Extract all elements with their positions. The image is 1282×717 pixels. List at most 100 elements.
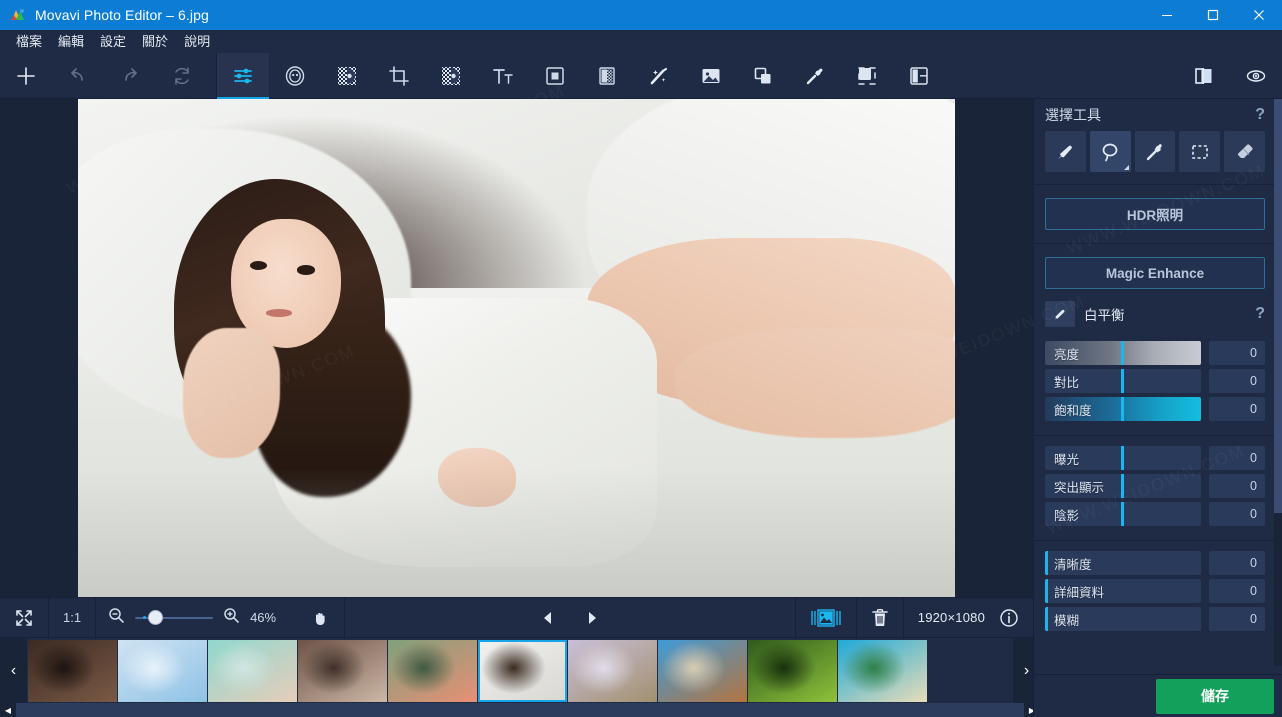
slider-handle[interactable] bbox=[1121, 474, 1124, 498]
close-button[interactable] bbox=[1236, 0, 1282, 30]
slider-handle[interactable] bbox=[1121, 446, 1124, 470]
filmstrip-thumbnail[interactable] bbox=[568, 640, 657, 702]
slider-value-field[interactable]: 0 bbox=[1209, 369, 1265, 393]
edited-photo[interactable] bbox=[78, 99, 955, 597]
slider-track[interactable]: 突出顯示 bbox=[1045, 474, 1201, 498]
tab-frame[interactable] bbox=[529, 53, 581, 99]
compare-button[interactable] bbox=[1178, 53, 1230, 99]
filmstrip-scroll-thumb[interactable] bbox=[16, 703, 1024, 717]
slider-value-field[interactable]: 0 bbox=[1209, 446, 1265, 470]
undo-button[interactable] bbox=[52, 53, 104, 99]
tab-restore[interactable] bbox=[841, 53, 893, 99]
filmstrip-thumbnail[interactable] bbox=[658, 640, 747, 702]
zoom-control[interactable]: 46% bbox=[96, 607, 296, 629]
tab-crop[interactable] bbox=[373, 53, 425, 99]
add-image-button[interactable] bbox=[0, 53, 52, 99]
tab-retouch[interactable] bbox=[269, 53, 321, 99]
filmstrip-thumbnail[interactable] bbox=[28, 640, 117, 702]
preview-button[interactable] bbox=[1230, 53, 1282, 99]
brush-tool[interactable] bbox=[1045, 131, 1086, 172]
filmstrip-thumbnail[interactable] bbox=[118, 640, 207, 702]
tab-change-background[interactable] bbox=[321, 53, 373, 99]
next-image-button[interactable] bbox=[570, 598, 614, 638]
slider-value-field[interactable]: 0 bbox=[1209, 397, 1265, 421]
image-canvas[interactable] bbox=[0, 99, 1033, 597]
maximize-button[interactable] bbox=[1190, 0, 1236, 30]
magic-enhance-button[interactable]: Magic Enhance bbox=[1045, 257, 1265, 289]
zoom-in-icon[interactable] bbox=[223, 607, 240, 629]
menu-edit[interactable]: 編輯 bbox=[50, 31, 92, 52]
zoom-slider[interactable] bbox=[135, 611, 213, 625]
minimize-button[interactable] bbox=[1144, 0, 1190, 30]
slider-track[interactable]: 陰影 bbox=[1045, 502, 1201, 526]
slider-track[interactable]: 亮度 bbox=[1045, 341, 1201, 365]
filmstrip-thumbnail[interactable] bbox=[298, 640, 387, 702]
panel-help-icon[interactable]: ? bbox=[1255, 106, 1265, 124]
tab-insert-picture[interactable] bbox=[685, 53, 737, 99]
panel-scrollbar[interactable] bbox=[1274, 99, 1282, 666]
slider-value-field[interactable]: 0 bbox=[1209, 474, 1265, 498]
previous-image-button[interactable] bbox=[526, 598, 570, 638]
menu-help[interactable]: 說明 bbox=[176, 31, 218, 52]
save-button[interactable]: 儲存 bbox=[1156, 679, 1274, 714]
tab-collage[interactable] bbox=[893, 53, 945, 99]
reset-all-button[interactable] bbox=[156, 53, 208, 99]
slider-track[interactable]: 對比 bbox=[1045, 369, 1201, 393]
slider-handle[interactable] bbox=[1121, 341, 1124, 365]
filmstrip-thumbnail[interactable] bbox=[208, 640, 297, 702]
slider-label: 對比 bbox=[1045, 372, 1079, 391]
delete-image-button[interactable] bbox=[857, 598, 903, 638]
slider-value-field[interactable]: 0 bbox=[1209, 579, 1265, 603]
hdr-lighting-button[interactable]: HDR照明 bbox=[1045, 198, 1265, 230]
tab-stamp[interactable] bbox=[789, 53, 841, 99]
lasso-tool[interactable] bbox=[1090, 131, 1131, 172]
zoom-knob[interactable] bbox=[149, 611, 162, 624]
slider-handle[interactable] bbox=[1121, 397, 1124, 421]
slider-track[interactable]: 曝光 bbox=[1045, 446, 1201, 470]
filmstrip-scroll-left[interactable]: ◀ bbox=[0, 703, 16, 717]
menu-about[interactable]: 關於 bbox=[134, 31, 176, 52]
magic-wand-tool[interactable] bbox=[1135, 131, 1176, 172]
white-balance-help-icon[interactable]: ? bbox=[1255, 305, 1265, 323]
slider-handle[interactable] bbox=[1121, 369, 1124, 393]
slider-handle[interactable] bbox=[1045, 551, 1048, 575]
slider-track[interactable]: 飽和度 bbox=[1045, 397, 1201, 421]
rect-select-tool[interactable] bbox=[1179, 131, 1220, 172]
filmstrip-thumbnail-selected[interactable] bbox=[478, 640, 567, 702]
slider-handle[interactable] bbox=[1045, 579, 1048, 603]
slider-track[interactable]: 模糊 bbox=[1045, 607, 1201, 631]
sliders-group-2: 曝光 0 突出顯示 0 陰影 0 bbox=[1034, 436, 1275, 534]
slider-value-field[interactable]: 0 bbox=[1209, 341, 1265, 365]
panel-scroll-thumb[interactable] bbox=[1274, 99, 1282, 513]
slider-handle[interactable] bbox=[1045, 607, 1048, 631]
filmstrip-prev-button[interactable]: ‹ bbox=[0, 638, 27, 704]
filmstrip-scrollbar[interactable]: ◀ ▶ bbox=[0, 703, 1040, 717]
tab-shapes[interactable] bbox=[737, 53, 789, 99]
filmstrip-toggle-button[interactable] bbox=[796, 598, 856, 638]
slider-handle[interactable] bbox=[1121, 502, 1124, 526]
image-dimensions: 1920×1080 bbox=[904, 598, 999, 638]
hand-tool-button[interactable] bbox=[296, 598, 344, 638]
tab-effects[interactable] bbox=[581, 53, 633, 99]
slider-track[interactable]: 詳細資料 bbox=[1045, 579, 1201, 603]
slider-value-field[interactable]: 0 bbox=[1209, 502, 1265, 526]
tab-object-removal[interactable] bbox=[425, 53, 477, 99]
tab-adjust[interactable] bbox=[217, 53, 269, 99]
filmstrip-thumbnail[interactable] bbox=[388, 640, 477, 702]
filmstrip-thumbnail[interactable] bbox=[748, 640, 837, 702]
slider-track[interactable]: 清晰度 bbox=[1045, 551, 1201, 575]
fit-to-screen-button[interactable] bbox=[0, 598, 48, 638]
actual-size-button[interactable]: 1:1 bbox=[49, 598, 95, 638]
menu-file[interactable]: 檔案 bbox=[8, 31, 50, 52]
tab-magic-retouch[interactable] bbox=[633, 53, 685, 99]
redo-button[interactable] bbox=[104, 53, 156, 99]
slider-value-field[interactable]: 0 bbox=[1209, 551, 1265, 575]
info-button[interactable] bbox=[999, 598, 1033, 638]
menu-settings[interactable]: 設定 bbox=[92, 31, 134, 52]
eraser-tool[interactable] bbox=[1224, 131, 1265, 172]
filmstrip-thumbnail[interactable] bbox=[838, 640, 927, 702]
tab-text[interactable] bbox=[477, 53, 529, 99]
slider-value-field[interactable]: 0 bbox=[1209, 607, 1265, 631]
zoom-out-icon[interactable] bbox=[108, 607, 125, 629]
eyedropper-icon[interactable] bbox=[1045, 301, 1075, 327]
